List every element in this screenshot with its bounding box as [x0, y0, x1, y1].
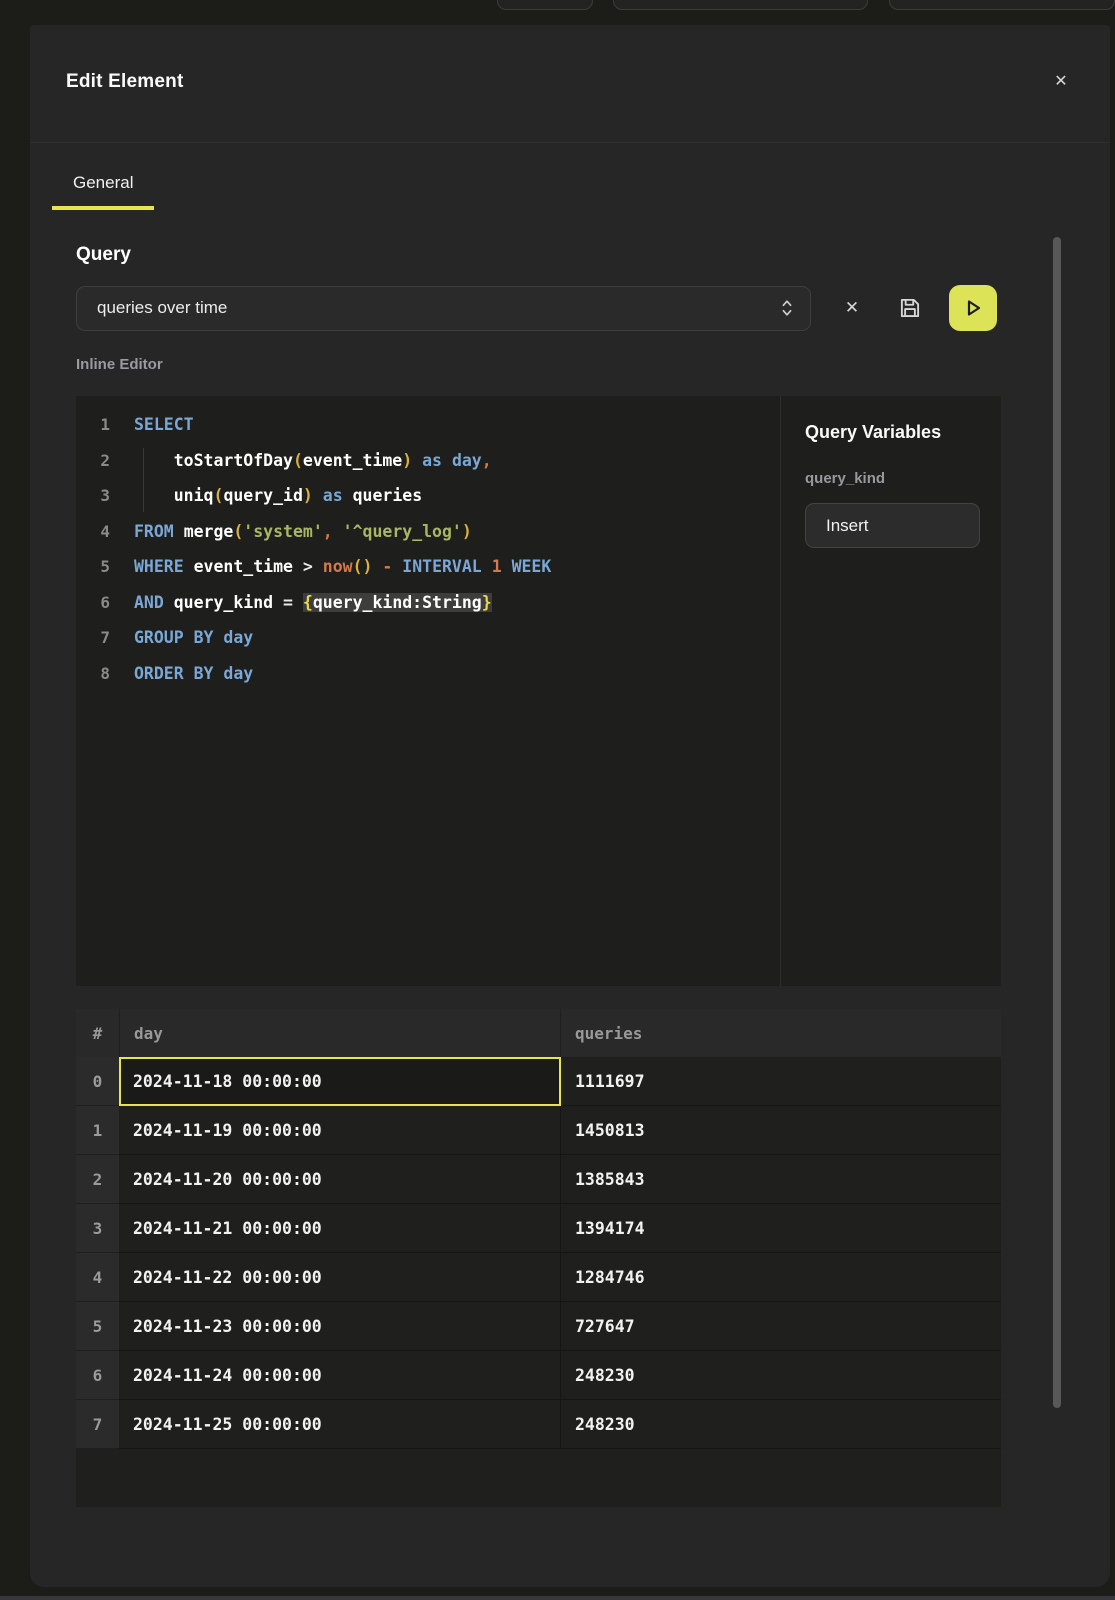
insert-variable-button[interactable]: Insert	[805, 503, 980, 548]
floppy-disk-icon	[897, 295, 923, 321]
code-text: uniq(query_id) as queries	[134, 486, 422, 505]
table-row: 02024-11-18 00:00:001111697	[76, 1057, 1001, 1106]
day-cell[interactable]: 2024-11-19 00:00:00	[119, 1106, 561, 1155]
queries-cell[interactable]: 1450813	[561, 1106, 1001, 1155]
unfold-chevrons-icon	[780, 298, 794, 318]
background-toolbar-button	[889, 0, 1115, 10]
line-number: 6	[76, 593, 110, 612]
save-icon[interactable]	[892, 290, 928, 326]
row-index-cell[interactable]: 3	[76, 1204, 119, 1253]
row-index-cell[interactable]: 4	[76, 1253, 119, 1302]
code-text: GROUP BY day	[134, 628, 253, 647]
column-header-queries: queries	[561, 1009, 1001, 1057]
row-index-cell[interactable]: 1	[76, 1106, 119, 1155]
table-row: 32024-11-21 00:00:001394174	[76, 1204, 1001, 1253]
sql-editor-panel: 1 SELECT 2 toStartOfDay(event_time) as day…	[76, 396, 1001, 986]
day-cell[interactable]: 2024-11-21 00:00:00	[119, 1204, 561, 1253]
row-index-cell[interactable]: 5	[76, 1302, 119, 1351]
line-number: 5	[76, 557, 110, 576]
code-line[interactable]: 1 SELECT	[76, 407, 780, 443]
day-cell[interactable]: 2024-11-25 00:00:00	[119, 1400, 561, 1449]
table-row: 52024-11-23 00:00:00727647	[76, 1302, 1001, 1351]
code-text: WHERE event_time > now() - INTERVAL 1 WE…	[134, 557, 551, 576]
queries-cell[interactable]: 1394174	[561, 1204, 1001, 1253]
queries-cell[interactable]: 1385843	[561, 1155, 1001, 1204]
query-section-heading: Query	[76, 244, 1001, 266]
line-number: 7	[76, 628, 110, 647]
query-results-table: # day queries 02024-11-18 00:00:00111169…	[76, 1009, 1001, 1507]
query-selector-row: queries over time ✕	[76, 285, 1001, 331]
line-number: 2	[76, 451, 110, 470]
variable-name-label: query_kind	[805, 470, 1001, 487]
row-index-cell[interactable]: 0	[76, 1057, 119, 1106]
code-text: FROM merge('system', '^query_log')	[134, 522, 472, 541]
code-line[interactable]: 4 FROM merge('system', '^query_log')	[76, 514, 780, 550]
table-row: 72024-11-25 00:00:00248230	[76, 1400, 1001, 1449]
row-index-cell[interactable]: 2	[76, 1155, 119, 1204]
code-text: AND query_kind = {query_kind:String}	[134, 593, 492, 612]
page-bottom-edge	[0, 1596, 1115, 1600]
table-row: 22024-11-20 00:00:001385843	[76, 1155, 1001, 1204]
code-text: SELECT	[134, 415, 194, 434]
day-cell[interactable]: 2024-11-24 00:00:00	[119, 1351, 561, 1400]
code-line[interactable]: 5 WHERE event_time > now() - INTERVAL 1 W…	[76, 549, 780, 585]
table-row: 42024-11-22 00:00:001284746	[76, 1253, 1001, 1302]
column-header-index: #	[76, 1009, 119, 1057]
query-variables-panel: Query Variables query_kind Insert	[781, 396, 1001, 986]
line-number: 3	[76, 486, 110, 505]
row-index-cell[interactable]: 7	[76, 1400, 119, 1449]
modal-header: Edit Element ✕	[30, 25, 1110, 143]
line-number: 4	[76, 522, 110, 541]
close-icon[interactable]: ✕	[1048, 69, 1074, 95]
code-text: ORDER BY day	[134, 664, 253, 683]
line-number: 1	[76, 415, 110, 434]
code-text: toStartOfDay(event_time) as day,	[134, 451, 492, 470]
code-line[interactable]: 6 AND query_kind = {query_kind:String}	[76, 585, 780, 621]
background-toolbar-button	[613, 0, 868, 10]
query-select-value: queries over time	[97, 298, 780, 318]
code-line[interactable]: 8 ORDER BY day	[76, 656, 780, 692]
code-line[interactable]: 2 toStartOfDay(event_time) as day,	[76, 443, 780, 479]
day-cell[interactable]: 2024-11-20 00:00:00	[119, 1155, 561, 1204]
table-row: 62024-11-24 00:00:00248230	[76, 1351, 1001, 1400]
tab-general[interactable]: General	[52, 163, 154, 210]
modal-title: Edit Element	[66, 71, 183, 93]
table-row: 12024-11-19 00:00:001450813	[76, 1106, 1001, 1155]
inline-editor-label: Inline Editor	[76, 356, 1001, 373]
queries-cell[interactable]: 248230	[561, 1351, 1001, 1400]
edit-element-modal: Edit Element ✕ General Query queries ove…	[30, 25, 1110, 1587]
table-footer-space	[76, 1449, 1001, 1507]
table-header-row: # day queries	[76, 1009, 1001, 1057]
tab-bar: General	[30, 163, 1110, 210]
indent-guide	[143, 448, 144, 512]
day-cell[interactable]: 2024-11-18 00:00:00	[119, 1057, 561, 1106]
query-select[interactable]: queries over time	[76, 286, 811, 331]
column-header-day: day	[119, 1009, 561, 1057]
background-toolbar-button	[497, 0, 593, 10]
play-icon	[961, 296, 985, 320]
queries-cell[interactable]: 1111697	[561, 1057, 1001, 1106]
day-cell[interactable]: 2024-11-22 00:00:00	[119, 1253, 561, 1302]
query-variables-heading: Query Variables	[805, 422, 1001, 443]
queries-cell[interactable]: 1284746	[561, 1253, 1001, 1302]
queries-cell[interactable]: 727647	[561, 1302, 1001, 1351]
line-number: 8	[76, 664, 110, 683]
table-body: 02024-11-18 00:00:00111169712024-11-19 0…	[76, 1057, 1001, 1449]
sql-code-editor[interactable]: 1 SELECT 2 toStartOfDay(event_time) as day…	[76, 396, 780, 986]
day-cell[interactable]: 2024-11-23 00:00:00	[119, 1302, 561, 1351]
modal-scrollbar[interactable]	[1053, 237, 1061, 1408]
clear-query-icon[interactable]: ✕	[834, 290, 870, 326]
row-index-cell[interactable]: 6	[76, 1351, 119, 1400]
code-line[interactable]: 7 GROUP BY day	[76, 620, 780, 656]
run-query-button[interactable]	[949, 285, 997, 331]
queries-cell[interactable]: 248230	[561, 1400, 1001, 1449]
code-line[interactable]: 3 uniq(query_id) as queries	[76, 478, 780, 514]
modal-content: Query queries over time ✕	[30, 244, 1047, 1507]
